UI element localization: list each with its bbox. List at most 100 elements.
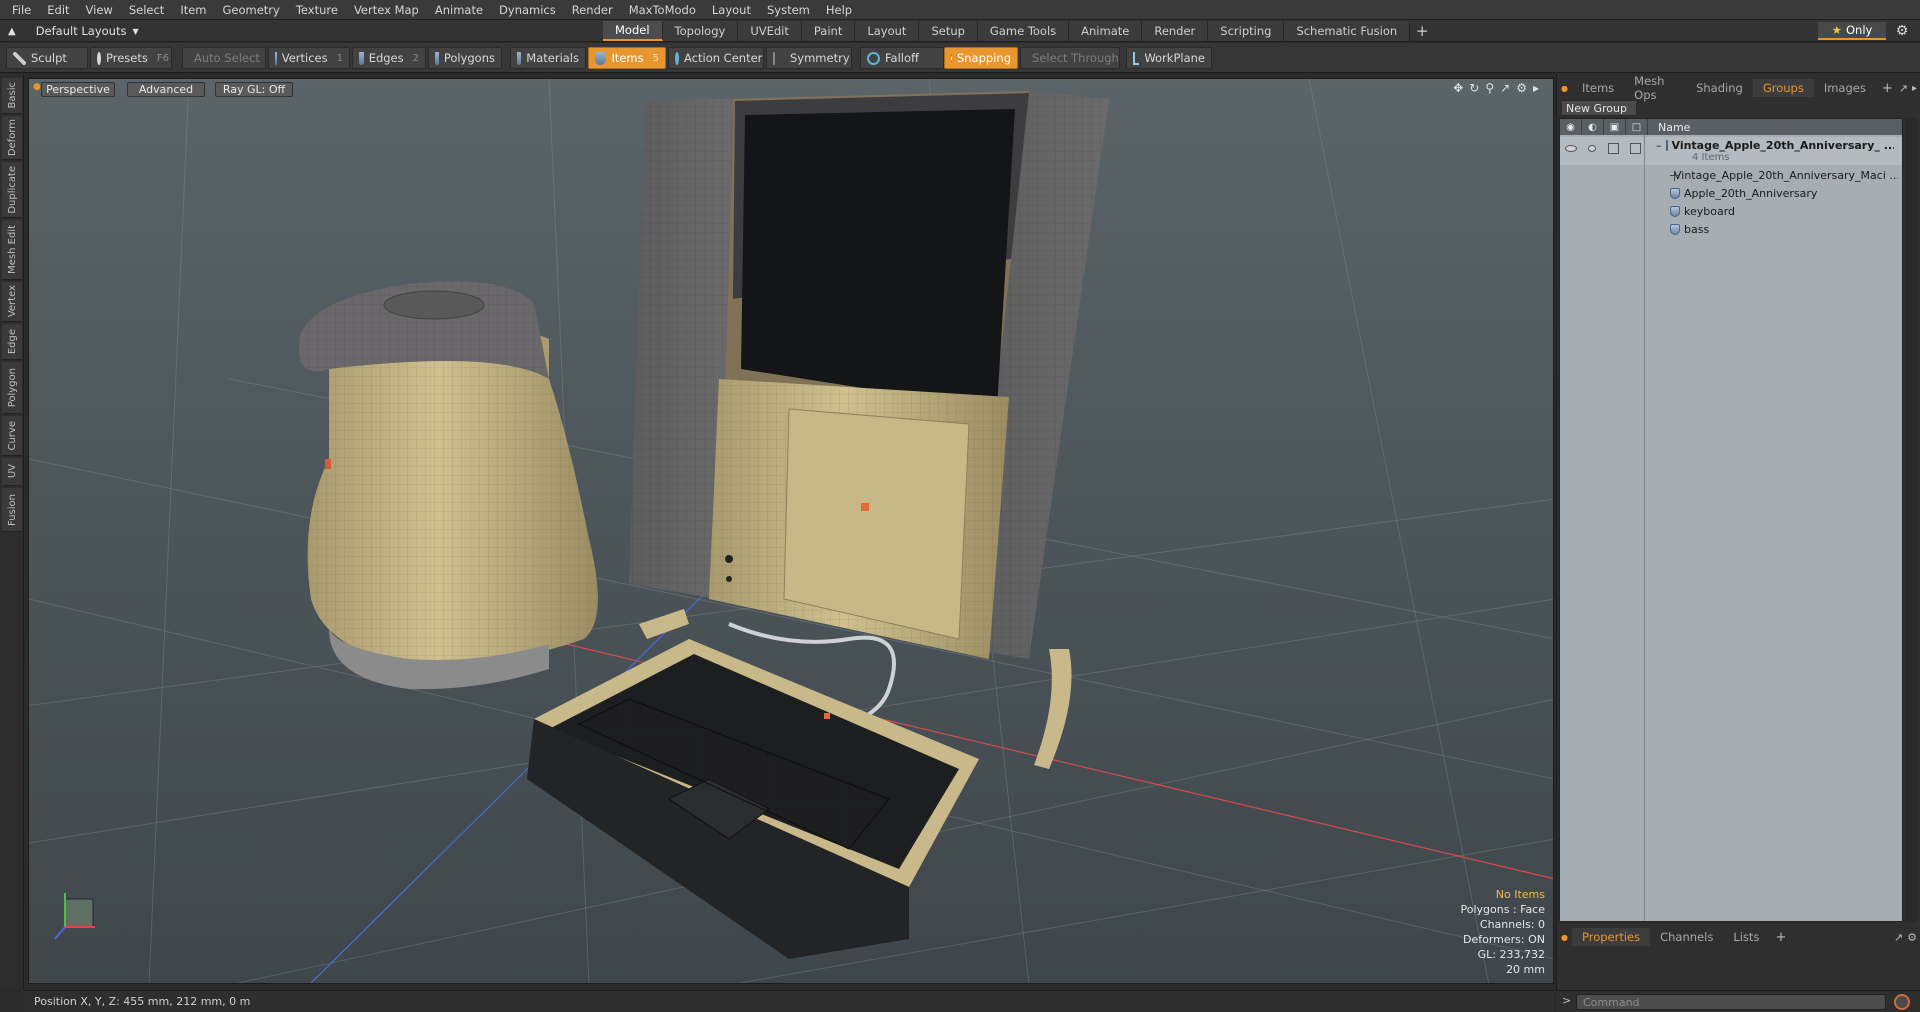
tab-layout[interactable]: Layout [855,21,920,41]
tab-scripting[interactable]: Scripting [1208,21,1285,41]
tab-images[interactable]: Images [1814,79,1876,97]
menu-texture[interactable]: Texture [290,3,348,17]
menu-render[interactable]: Render [566,3,623,17]
view-mode-button[interactable]: Perspective [41,82,115,97]
tab-mesh-ops[interactable]: Mesh Ops [1624,74,1686,102]
select-through-button[interactable]: Select Through [1020,47,1120,69]
tab-shading[interactable]: Shading [1686,79,1753,97]
bottom-panel-dot-icon[interactable]: ● [1557,933,1572,942]
symmetry-button[interactable]: Symmetry [766,47,852,69]
menu-select[interactable]: Select [123,3,174,17]
select-column-icon[interactable]: □ [1626,119,1648,135]
layout-dropdown[interactable]: ▲ Default Layouts ▼ [8,23,139,39]
polygons-button[interactable]: Polygons [428,47,502,69]
workplane-button[interactable]: WorkPlane [1126,47,1212,69]
add-panel-tab-icon[interactable]: + [1876,81,1899,96]
add-bottom-tab-icon[interactable]: + [1769,930,1792,945]
expand-bottom-icon[interactable]: ↗ [1894,931,1907,944]
vtab-mesh-edit[interactable]: Mesh Edit [2,220,22,280]
tab-uvedit[interactable]: UVEdit [738,21,802,41]
falloff-button[interactable]: Falloff [860,47,944,69]
tab-lists[interactable]: Lists [1723,928,1769,946]
group-render-toggle[interactable] [1582,143,1604,154]
list-item[interactable]: bass [1560,221,1902,237]
add-tab-button[interactable]: + [1410,21,1434,41]
groups-scrollbar[interactable] [1905,118,1917,922]
zoom-icon[interactable]: ⚲ [1485,81,1494,95]
group-select-checkbox[interactable] [1625,143,1647,154]
pan-icon[interactable]: ✥ [1453,81,1463,95]
viewport-menu-dot-icon[interactable]: ● [33,82,41,92]
tab-groups[interactable]: Groups [1752,79,1814,97]
menu-view[interactable]: View [80,3,123,17]
menu-vertex-map[interactable]: Vertex Map [348,3,429,17]
group-visibility-toggle[interactable] [1560,143,1582,154]
gear-icon[interactable]: ⚙ [1894,23,1910,39]
raygl-button[interactable]: Ray GL: Off [215,82,293,97]
action-center-button[interactable]: Action Center [668,47,764,69]
tab-setup[interactable]: Setup [919,21,978,41]
tab-channels[interactable]: Channels [1650,928,1723,946]
command-input[interactable]: Command [1576,994,1886,1010]
rotate-icon[interactable]: ↻ [1469,81,1479,95]
snapping-button[interactable]: Snapping [944,47,1018,69]
edges-button[interactable]: Edges 2 [352,47,426,69]
list-item[interactable]: Apple_20th_Anniversary [1560,185,1902,201]
panel-arrow-icon[interactable]: ▸ [1912,83,1920,94]
visibility-column-eye-icon[interactable]: ◉ [1560,119,1582,135]
menu-edit[interactable]: Edit [41,3,79,17]
viewport-3d[interactable]: ● Perspective Advanced Ray GL: Off ✥ ↻ ⚲… [28,78,1554,984]
auto-select-button[interactable]: Auto Select [182,47,266,69]
tab-game-tools[interactable]: Game Tools [977,21,1070,41]
vertices-button[interactable]: Vertices 1 [268,47,350,69]
play-icon[interactable]: ▸ [1533,81,1539,95]
menu-animate[interactable]: Animate [429,3,493,17]
tab-schematic-fusion[interactable]: Schematic Fusion [1284,21,1411,41]
render-column-icon[interactable]: ◐ [1582,119,1604,135]
vtab-duplicate[interactable]: Duplicate [2,162,22,218]
panel-menu-dot-icon[interactable]: ● [1557,84,1572,93]
menu-geometry[interactable]: Geometry [217,3,290,17]
vtab-uv[interactable]: UV [2,458,22,486]
command-record-button[interactable] [1894,994,1910,1010]
expand-panel-icon[interactable]: ↗ [1899,82,1912,95]
presets-button[interactable]: Presets F6 [90,47,172,69]
items-button[interactable]: Items 5 [588,47,666,69]
collapse-minus-icon[interactable]: – [1656,139,1662,152]
menu-maxtomodo[interactable]: MaxToModo [623,3,706,17]
vtab-polygon[interactable]: Polygon [2,362,22,414]
tab-properties[interactable]: Properties [1571,928,1651,946]
vtab-curve[interactable]: Curve [2,416,22,456]
vtab-edge[interactable]: Edge [2,324,22,360]
vtab-deform[interactable]: Deform [2,116,22,160]
menu-system[interactable]: System [761,3,820,17]
group-lock-checkbox[interactable] [1603,143,1625,154]
sculpt-button[interactable]: Sculpt [6,47,88,69]
tab-render[interactable]: Render [1142,21,1209,41]
tab-items[interactable]: Items [1572,79,1624,97]
viewport-gear-icon[interactable]: ⚙ [1516,81,1527,95]
materials-button[interactable]: Materials [510,47,586,69]
only-toggle[interactable]: ★ Only [1818,22,1886,40]
bottom-gear-icon[interactable]: ⚙ [1907,931,1920,944]
list-item[interactable]: Vintage_Apple_20th_Anniversary_Maci ... [1560,167,1902,183]
vtab-fusion[interactable]: Fusion [2,488,22,532]
name-column-header[interactable]: Name [1648,121,1690,134]
maximize-icon[interactable]: ↗ [1500,81,1510,95]
tab-topology[interactable]: Topology [662,21,739,41]
menu-help[interactable]: Help [820,3,862,17]
menu-item[interactable]: Item [174,3,216,17]
tab-paint[interactable]: Paint [801,21,856,41]
vtab-basic[interactable]: Basic [2,78,22,114]
tab-model[interactable]: Model [603,21,663,41]
advanced-button[interactable]: Advanced [127,82,205,97]
menu-dynamics[interactable]: Dynamics [493,3,566,17]
group-row[interactable]: – Vintage_Apple_20th_Anniversary_ ... 4 … [1560,137,1902,165]
menu-file[interactable]: File [6,3,41,17]
vtab-vertex[interactable]: Vertex [2,282,22,322]
new-group-button[interactable]: New Group [1561,100,1637,116]
tab-animate[interactable]: Animate [1069,21,1143,41]
collapse-up-icon[interactable]: ▲ [8,26,16,37]
lock-column-icon[interactable]: ▣ [1604,119,1626,135]
list-item[interactable]: keyboard [1560,203,1902,219]
